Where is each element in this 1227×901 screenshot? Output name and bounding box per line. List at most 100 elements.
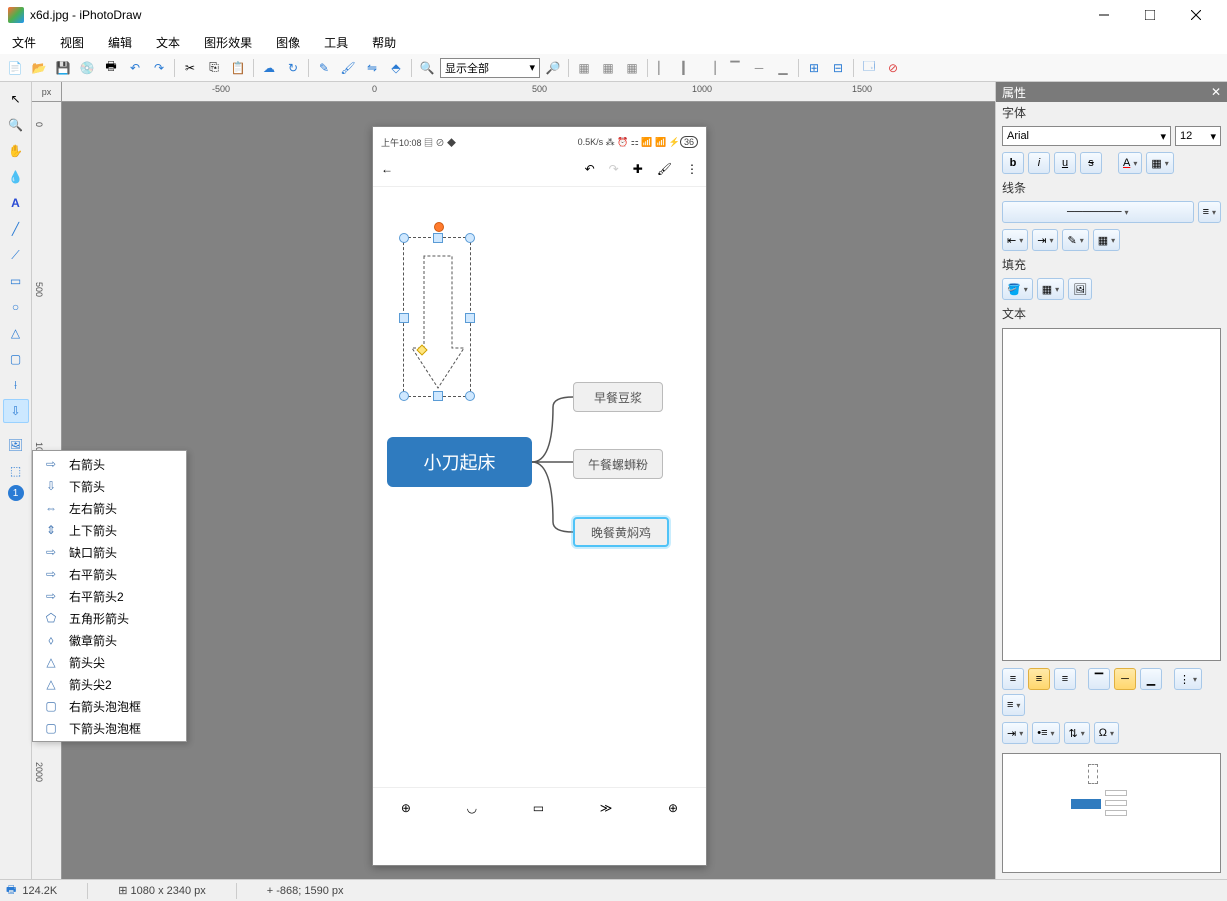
line-style-dropdown[interactable]: ─────── [1002, 201, 1194, 223]
menu-arrowhead2[interactable]: △箭头尖2 [35, 673, 184, 695]
measure-tool[interactable]: ⟊ [3, 373, 29, 397]
menu-striped-arrow[interactable]: ⇨右平箭头 [35, 563, 184, 585]
open-icon[interactable]: 📂 [28, 57, 50, 79]
crop-tool[interactable]: ⬚ [3, 459, 29, 483]
font-size-dropdown[interactable]: 12▾ [1175, 126, 1221, 146]
line-tool[interactable]: ╱ [3, 217, 29, 241]
italic-button[interactable]: i [1028, 152, 1050, 174]
copy-icon[interactable]: ⎘ [203, 57, 225, 79]
list-dropdown[interactable]: ⋮ [1174, 668, 1202, 690]
selected-arrow-shape[interactable] [403, 237, 471, 397]
align-middle-icon[interactable]: ─ [748, 57, 770, 79]
document-preview[interactable] [1002, 753, 1221, 873]
menu-view[interactable]: 视图 [56, 32, 88, 53]
menu-leftright-arrow[interactable]: ⇔左右箭头 [35, 497, 184, 519]
text-content-area[interactable] [1002, 328, 1221, 661]
menu-help[interactable]: 帮助 [368, 32, 400, 53]
align-icon-3[interactable]: ▦ [621, 57, 643, 79]
menu-down-arrow[interactable]: ⇩下箭头 [35, 475, 184, 497]
menu-right-arrow-callout[interactable]: ▢右箭头泡泡框 [35, 695, 184, 717]
align-icon-2[interactable]: ▦ [597, 57, 619, 79]
arrow-end-dropdown[interactable]: ⇥ [1032, 229, 1058, 251]
resize-handle[interactable] [433, 233, 443, 243]
grid2-icon[interactable]: ⊟ [827, 57, 849, 79]
highlight-button[interactable]: ▦ [1146, 152, 1173, 174]
fill-bucket-dropdown[interactable]: 🪣 [1002, 278, 1033, 300]
menu-striped-arrow2[interactable]: ⇨右平箭头2 [35, 585, 184, 607]
dropper-tool[interactable]: 💧 [3, 165, 29, 189]
bullet-dropdown[interactable]: •≡ [1032, 722, 1059, 744]
curve-tool[interactable]: ⟋ [3, 243, 29, 267]
menu-effects[interactable]: 图形效果 [200, 32, 256, 53]
line-pattern-dropdown[interactable]: ▦ [1093, 229, 1120, 251]
fill-pattern-dropdown[interactable]: ▦ [1037, 278, 1064, 300]
brush-icon[interactable]: 🖌 [337, 57, 359, 79]
zoom-tool-icon[interactable]: 🔍 [416, 57, 438, 79]
font-color-button[interactable]: A [1118, 152, 1142, 174]
refresh-icon[interactable]: ↻ [282, 57, 304, 79]
callout-tool[interactable]: ▢ [3, 347, 29, 371]
valign-middle-button[interactable]: ─ [1114, 668, 1136, 690]
grid1-icon[interactable]: ⊞ [803, 57, 825, 79]
print-icon[interactable]: 🖶 [100, 57, 122, 79]
arrow-start-dropdown[interactable]: ⇤ [1002, 229, 1028, 251]
zoom-dropdown[interactable]: 显示全部▾ [440, 58, 540, 78]
rotate-handle[interactable] [434, 222, 444, 232]
minimize-button[interactable] [1081, 0, 1127, 30]
menu-arrowhead[interactable]: △箭头尖 [35, 651, 184, 673]
text-tool[interactable]: A [3, 191, 29, 215]
menu-right-arrow[interactable]: ⇨右箭头 [35, 453, 184, 475]
menu-edit[interactable]: 编辑 [104, 32, 136, 53]
align-center-button[interactable]: ≡ [1028, 668, 1050, 690]
font-family-dropdown[interactable]: Arial▾ [1002, 126, 1171, 146]
resize-handle[interactable] [399, 233, 409, 243]
line-color-dropdown[interactable]: ✎ [1062, 229, 1088, 251]
align-left-icon[interactable]: ▏ [652, 57, 674, 79]
undo-icon[interactable]: ↶ [124, 57, 146, 79]
ellipse-tool[interactable]: ○ [3, 295, 29, 319]
valign-bottom-button[interactable]: ▁ [1140, 668, 1162, 690]
image-tool[interactable]: 🖼 [3, 433, 29, 457]
indent-dropdown[interactable]: ⇥ [1002, 722, 1028, 744]
resize-handle[interactable] [399, 391, 409, 401]
list2-dropdown[interactable]: ≡ [1002, 694, 1025, 716]
maximize-button[interactable] [1127, 0, 1173, 30]
cd-icon[interactable]: 💿 [76, 57, 98, 79]
resize-handle[interactable] [433, 391, 443, 401]
fill-image-button[interactable]: 🖼 [1068, 278, 1092, 300]
valign-top-button[interactable]: ▔ [1088, 668, 1110, 690]
close-button[interactable] [1173, 0, 1219, 30]
resize-handle[interactable] [465, 233, 475, 243]
window-icon[interactable]: 🗔 [858, 57, 880, 79]
bold-button[interactable]: b [1002, 152, 1024, 174]
paste-icon[interactable]: 📋 [227, 57, 249, 79]
align-right-icon[interactable]: ▕ [700, 57, 722, 79]
menu-notched-arrow[interactable]: ⇨缺口箭头 [35, 541, 184, 563]
flip-h-icon[interactable]: ⇋ [361, 57, 383, 79]
symbol-dropdown[interactable]: Ω [1094, 722, 1119, 744]
zoom-fit-icon[interactable]: 🔎 [542, 57, 564, 79]
menu-text[interactable]: 文本 [152, 32, 184, 53]
menu-tools[interactable]: 工具 [320, 32, 352, 53]
perspective-icon[interactable]: ⬘ [385, 57, 407, 79]
hand-tool[interactable]: ✋ [3, 139, 29, 163]
arrow-tool[interactable]: ⇩ [3, 399, 29, 423]
redo-icon[interactable]: ↷ [148, 57, 170, 79]
menu-pentagon-arrow[interactable]: ⬠五角形箭头 [35, 607, 184, 629]
menu-chevron-arrow[interactable]: ⬨徽章箭头 [35, 629, 184, 651]
cut-icon[interactable]: ✂ [179, 57, 201, 79]
save-icon[interactable]: 💾 [52, 57, 74, 79]
resize-handle[interactable] [465, 313, 475, 323]
spacing-dropdown[interactable]: ⇅ [1064, 722, 1090, 744]
delete-icon[interactable]: ⊘ [882, 57, 904, 79]
align-top-icon[interactable]: ▔ [724, 57, 746, 79]
rect-tool[interactable]: ▭ [3, 269, 29, 293]
pointer-tool[interactable]: ↖ [3, 87, 29, 111]
underline-button[interactable]: u [1054, 152, 1076, 174]
align-icon-1[interactable]: ▦ [573, 57, 595, 79]
align-left-button[interactable]: ≡ [1002, 668, 1024, 690]
new-icon[interactable]: 📄 [4, 57, 26, 79]
document-page[interactable]: 上午10:08 ▤ ⊘ ◆ 0.5K/s ⁂ ⏰ ⚏ 📶 📶 ⚡36 ← ↶ ↷… [372, 126, 707, 866]
menu-updown-arrow[interactable]: ⇕上下箭头 [35, 519, 184, 541]
menu-down-arrow-callout[interactable]: ▢下箭头泡泡框 [35, 717, 184, 739]
